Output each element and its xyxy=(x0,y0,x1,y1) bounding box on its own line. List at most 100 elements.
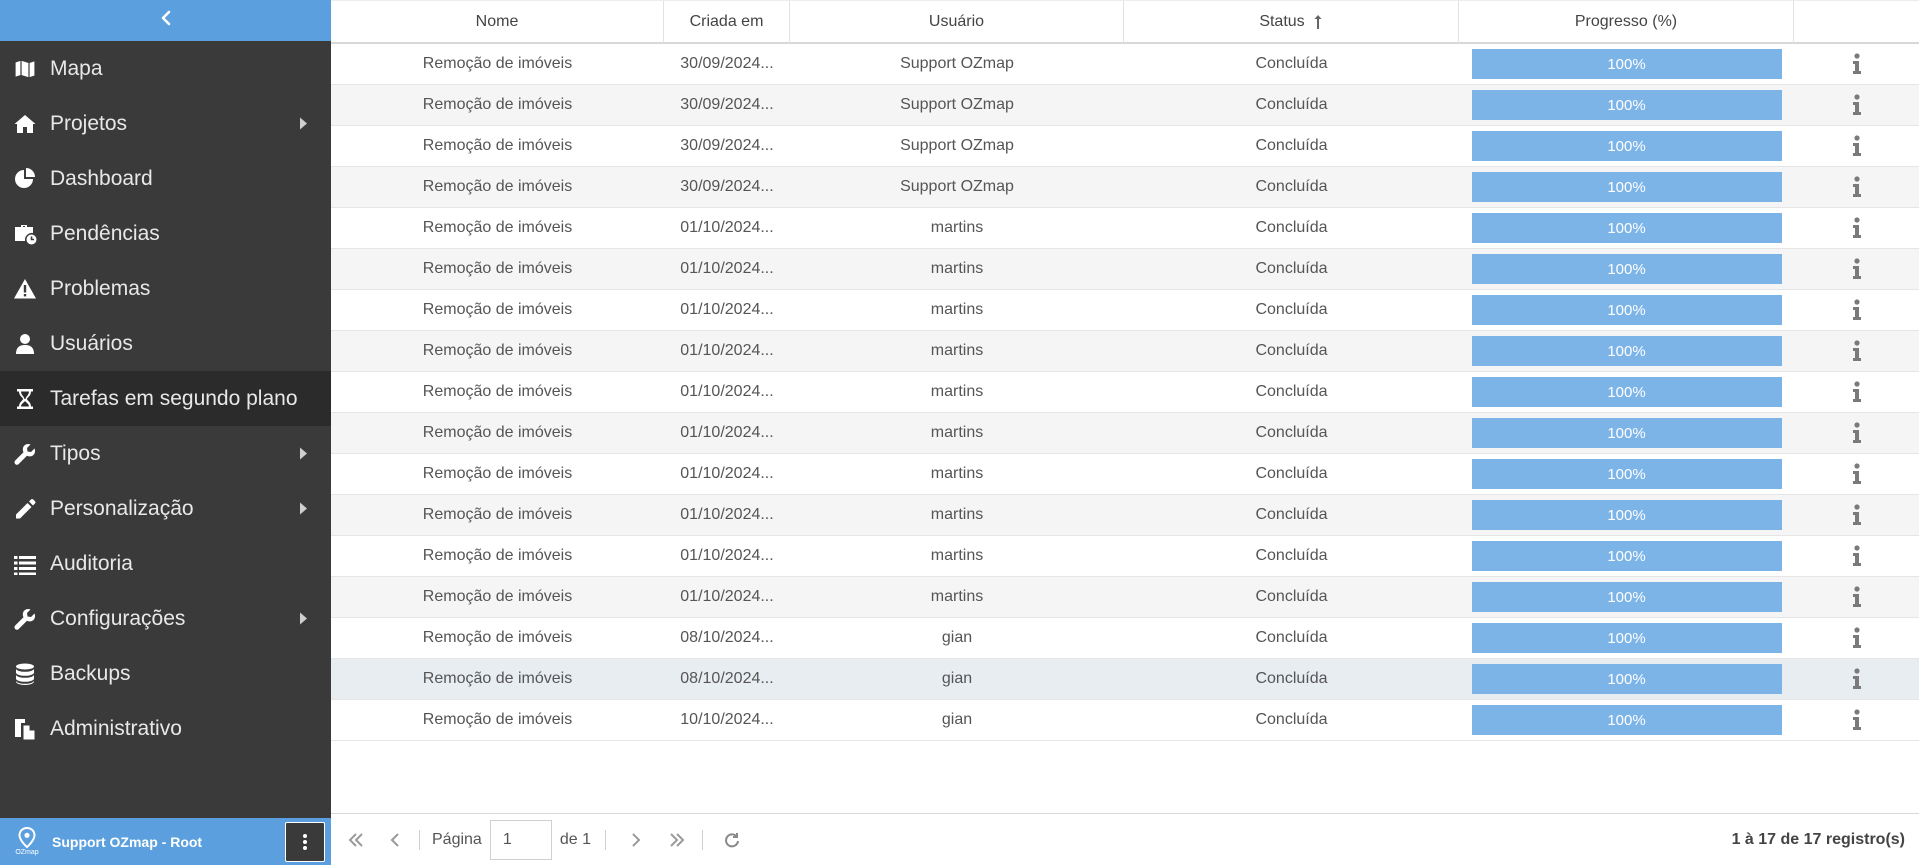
briefcase-clock-icon xyxy=(12,221,38,247)
cell-usuario: martins xyxy=(930,301,984,318)
sidebar-item-configuracoes[interactable]: Configurações xyxy=(0,591,331,646)
cell-usuario: gian xyxy=(941,711,973,728)
table-row[interactable]: Remoção de imóveis 01/10/2024... martins Co… xyxy=(331,290,1919,331)
info-icon[interactable] xyxy=(1847,257,1867,281)
sidebar-item-auditoria[interactable]: Auditoria xyxy=(0,536,331,591)
sidebar-item-label: Pendências xyxy=(50,221,160,245)
sidebar-item-dashboard[interactable]: Dashboard xyxy=(0,151,331,206)
column-header-progresso[interactable]: Progresso (%) xyxy=(1459,1,1794,43)
info-icon[interactable] xyxy=(1847,175,1867,199)
last-page-button[interactable] xyxy=(660,823,694,857)
info-icon[interactable] xyxy=(1847,93,1867,117)
info-icon[interactable] xyxy=(1847,298,1867,322)
table-row[interactable]: Remoção de imóveis 01/10/2024... martins Co… xyxy=(331,249,1919,290)
info-icon[interactable] xyxy=(1847,421,1867,445)
sidebar-item-administrativo[interactable]: Administrativo xyxy=(0,701,331,756)
table-row[interactable]: Remoção de imóveis 01/10/2024... martins Co… xyxy=(331,208,1919,249)
sidebar-item-tarefas-em-segundo-plano[interactable]: Tarefas em segundo plano xyxy=(0,371,331,426)
cell-progresso: 100% xyxy=(1459,577,1794,617)
table-row[interactable]: Remoção de imóveis 01/10/2024... martins Co… xyxy=(331,577,1919,618)
column-header-nome[interactable]: Nome xyxy=(331,1,664,43)
table-row[interactable]: Remoção de imóveis 01/10/2024... martins Co… xyxy=(331,495,1919,536)
sidebar-item-usuarios[interactable]: Usuários xyxy=(0,316,331,371)
table-row[interactable]: Remoção de imóveis 08/10/2024... gian Concl… xyxy=(331,659,1919,700)
cell-usuario: martins xyxy=(930,465,984,482)
cell-info xyxy=(1794,372,1919,412)
info-icon[interactable] xyxy=(1847,134,1867,158)
progress-bar: 100% xyxy=(1471,705,1782,735)
cell-nome: Remoção de imóveis xyxy=(422,55,573,72)
progress-label: 100% xyxy=(1607,506,1646,524)
hourglass-icon xyxy=(12,386,38,412)
info-icon[interactable] xyxy=(1847,544,1867,568)
sidebar-item-projetos[interactable]: Projetos xyxy=(0,96,331,151)
progress-label: 100% xyxy=(1607,96,1646,114)
page-number-input[interactable] xyxy=(489,819,552,860)
cell-status: Concluída xyxy=(1255,506,1328,523)
progress-bar: 100% xyxy=(1471,418,1782,448)
wrench-icon xyxy=(12,606,38,632)
info-icon[interactable] xyxy=(1847,339,1867,363)
progress-bar: 100% xyxy=(1471,295,1782,325)
table-row[interactable]: Remoção de imóveis 01/10/2024... martins Co… xyxy=(331,372,1919,413)
progress-bar: 100% xyxy=(1471,336,1782,366)
sidebar-item-backups[interactable]: Backups xyxy=(0,646,331,701)
cell-status: Concluída xyxy=(1255,137,1328,154)
progress-label: 100% xyxy=(1607,629,1646,647)
previous-page-button[interactable] xyxy=(379,823,413,857)
document-copy-icon xyxy=(12,716,38,742)
progress-bar: 100% xyxy=(1471,500,1782,530)
info-icon[interactable] xyxy=(1847,667,1867,691)
info-icon[interactable] xyxy=(1847,52,1867,76)
first-page-button[interactable] xyxy=(339,823,373,857)
user-options-button[interactable] xyxy=(285,821,325,862)
sidebar-item-personalizacao[interactable]: Personalização xyxy=(0,481,331,536)
sidebar-item-mapa[interactable]: Mapa xyxy=(0,41,331,96)
sidebar-collapse-button[interactable] xyxy=(0,0,331,41)
column-header-label: Status xyxy=(1259,13,1305,30)
cell-progresso: 100% xyxy=(1459,85,1794,125)
column-header-criada-em[interactable]: Criada em xyxy=(664,1,790,43)
table-row[interactable]: Remoção de imóveis 01/10/2024... martins Co… xyxy=(331,536,1919,577)
cell-usuario: martins xyxy=(930,424,984,441)
info-icon[interactable] xyxy=(1847,462,1867,486)
cell-nome: Remoção de imóveis xyxy=(422,178,573,195)
table-row[interactable]: Remoção de imóveis 08/10/2024... gian Concl… xyxy=(331,618,1919,659)
info-icon[interactable] xyxy=(1847,626,1867,650)
table-row[interactable]: Remoção de imóveis 01/10/2024... martins Co… xyxy=(331,454,1919,495)
info-icon[interactable] xyxy=(1847,216,1867,240)
cell-usuario: Support OZmap xyxy=(900,137,1014,154)
current-user-label: Support OZmap - Root xyxy=(52,833,203,850)
next-page-button[interactable] xyxy=(618,823,652,857)
progress-bar: 100% xyxy=(1471,49,1782,79)
sidebar-item-pendencias[interactable]: Pendências xyxy=(0,206,331,261)
column-header-usuario[interactable]: Usuário xyxy=(790,1,1124,43)
table-row[interactable]: Remoção de imóveis 30/09/2024... Support O… xyxy=(331,167,1919,208)
progress-bar: 100% xyxy=(1471,459,1782,489)
table-row[interactable]: Remoção de imóveis 30/09/2024... Support O… xyxy=(331,44,1919,85)
progress-bar: 100% xyxy=(1471,623,1782,653)
refresh-button[interactable] xyxy=(715,823,749,857)
cell-status: Concluída xyxy=(1255,629,1328,646)
table-row[interactable]: Remoção de imóveis 10/10/2024... gian Concl… xyxy=(331,700,1919,741)
cell-status: Concluída xyxy=(1255,178,1328,195)
cell-criada-em: 08/10/2024... xyxy=(680,670,774,687)
column-header-status[interactable]: Status xyxy=(1124,1,1459,43)
chevron-right-icon xyxy=(632,832,641,847)
table-row[interactable]: Remoção de imóveis 30/09/2024... Support O… xyxy=(331,85,1919,126)
cell-usuario: martins xyxy=(930,383,984,400)
info-icon[interactable] xyxy=(1847,585,1867,609)
table-row[interactable]: Remoção de imóveis 01/10/2024... martins Co… xyxy=(331,413,1919,454)
chevron-left-icon xyxy=(390,832,399,847)
table-row[interactable]: Remoção de imóveis 01/10/2024... martins Co… xyxy=(331,331,1919,372)
info-icon[interactable] xyxy=(1847,708,1867,732)
tasks-grid-panel: Nome Criada em Usuário Status Progresso … xyxy=(331,0,1919,865)
info-icon[interactable] xyxy=(1847,503,1867,527)
sidebar-item-tipos[interactable]: Tipos xyxy=(0,426,331,481)
warning-icon xyxy=(12,276,38,302)
sidebar-item-problemas[interactable]: Problemas xyxy=(0,261,331,316)
sort-ascending-icon xyxy=(1313,14,1323,30)
cell-nome: Remoção de imóveis xyxy=(422,96,573,113)
table-row[interactable]: Remoção de imóveis 30/09/2024... Support O… xyxy=(331,126,1919,167)
info-icon[interactable] xyxy=(1847,380,1867,404)
